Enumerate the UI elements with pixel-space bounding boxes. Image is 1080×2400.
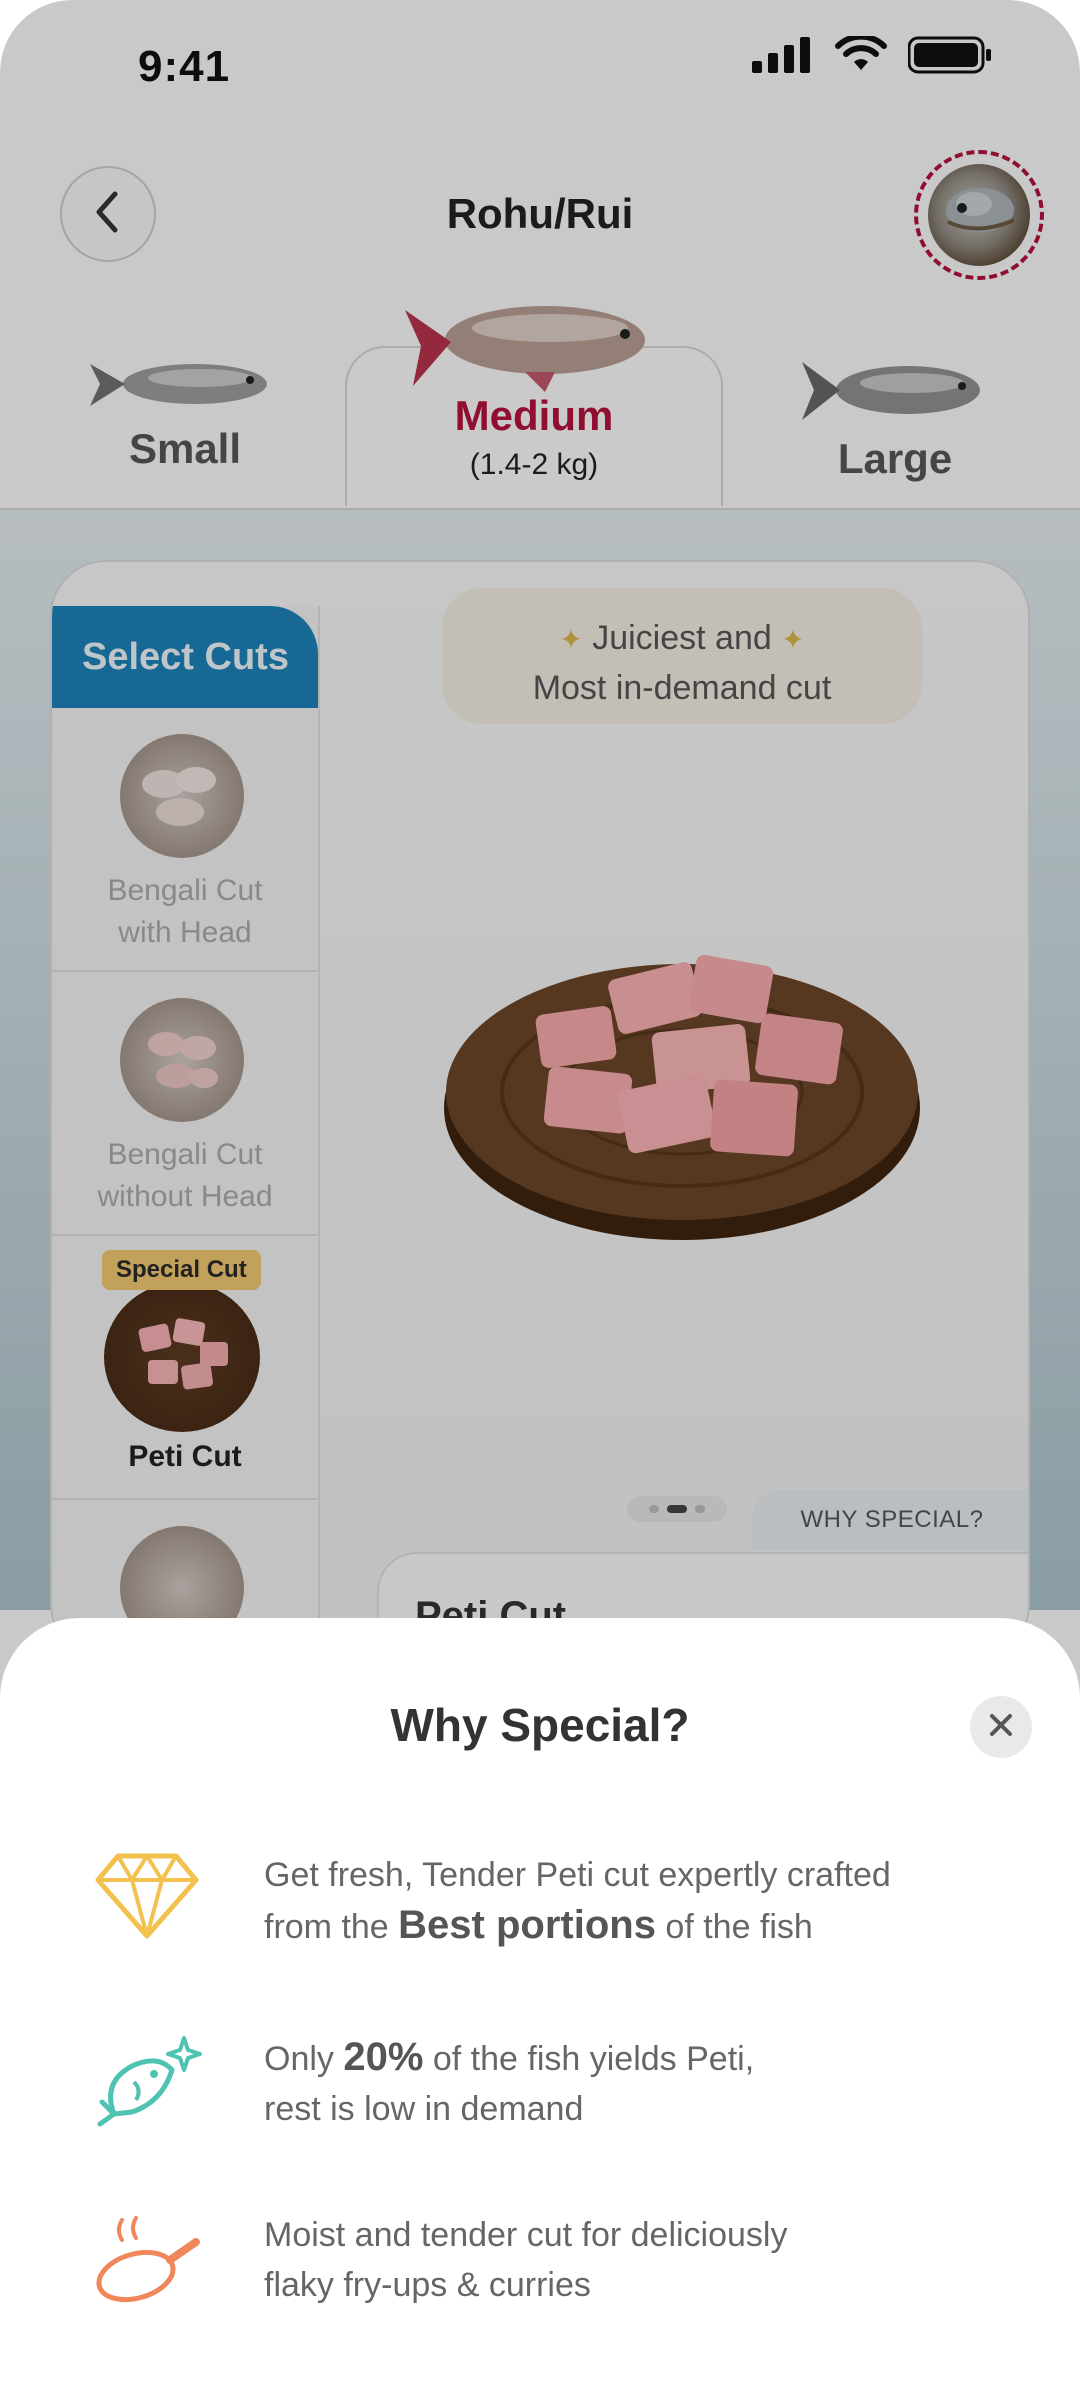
feature-text: Only 20% of the fish yields Peti, rest i… — [264, 2035, 755, 2128]
feature-emphasis: Best portions — [398, 1903, 656, 1947]
feature-text: Get fresh, Tender Peti cut expertly craf… — [264, 1856, 891, 1947]
feature-text: Moist and tender cut for deliciously fla… — [264, 2216, 788, 2304]
why-special-sheet: Why Special? Get fresh, Tender Peti cut … — [0, 1618, 1080, 2400]
sheet-title: Why Special? — [390, 1699, 690, 1751]
diamond-icon — [92, 1850, 202, 1960]
sparkle-fish-icon — [92, 2032, 202, 2142]
close-button[interactable] — [970, 1696, 1032, 1758]
close-icon — [988, 1712, 1014, 1743]
app-screen: 9:41 Rohu/Rui Small Medium (1.4-2 kg) La… — [0, 0, 1080, 2400]
feature-emphasis: 20% — [343, 2035, 424, 2079]
special-cut-badge: Special Cut — [102, 1250, 261, 1290]
frying-pan-icon — [92, 2210, 202, 2320]
